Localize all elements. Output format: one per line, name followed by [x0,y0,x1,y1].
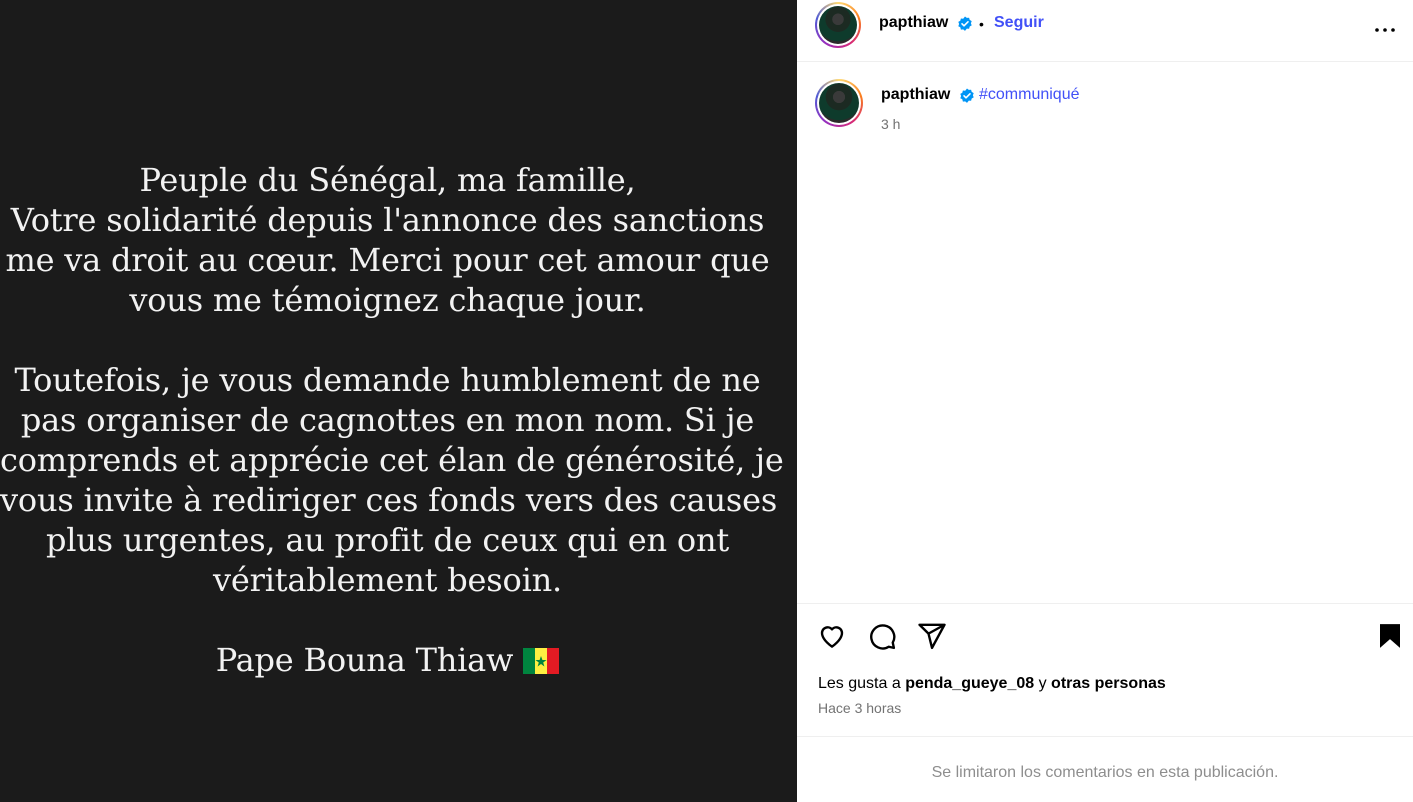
caption-timestamp[interactable]: 3 h [881,116,900,132]
text-line: vous me témoignez chaque jour. [129,281,646,319]
follow-button[interactable]: Seguir [994,14,1044,32]
text-line: Peuple du Sénégal, ma famille, [139,161,636,199]
post-timestamp[interactable]: Hace 3 horas [818,700,901,716]
header-username[interactable]: papthiaw [879,14,948,32]
text-line: vous invite à rediriger ces fonds vers d… [0,481,778,519]
separator-dot: • [979,16,984,32]
share-icon[interactable] [917,621,947,651]
caption-hashtag[interactable]: #communiqué [979,86,1080,104]
paragraph-1: Peuple du Sénégal, ma famille, Votre sol… [0,160,775,320]
text-line: véritablement besoin. [213,561,562,599]
more-options-icon[interactable] [1373,18,1397,42]
text-line: pas organiser de cagnottes en mon nom. S… [20,401,755,439]
caption-avatar[interactable] [815,79,863,127]
post-actions-section: Les gusta a penda_gueye_08 y otras perso… [797,603,1413,737]
signature: Pape Bouna Thiaw [0,640,775,680]
verified-badge-icon [958,16,972,31]
likes-joiner: y [1038,675,1047,692]
senegal-flag-icon [523,648,560,674]
avatar[interactable] [815,2,861,48]
verified-badge-icon [960,88,974,103]
bookmark-icon[interactable] [1375,621,1405,651]
text-line: Toutefois, je vous demande humblement de… [14,361,761,399]
comment-icon[interactable] [867,621,897,651]
text-line: comprends et apprécie cet élan de généro… [0,441,784,479]
likes-prefix: Les gusta a [818,675,901,692]
post-side-panel: papthiaw • Seguir papthiaw #communiqué 3… [797,0,1413,802]
likes-summary: Les gusta a penda_gueye_08 y otras perso… [818,675,1166,693]
text-line: Votre solidarité depuis l'annonce des sa… [10,201,765,239]
paragraph-2: Toutefois, je vous demande humblement de… [0,360,784,600]
heart-icon[interactable] [817,621,847,651]
likes-others-link[interactable]: otras personas [1051,675,1166,692]
liker-username[interactable]: penda_gueye_08 [905,675,1034,692]
post-image[interactable]: Peuple du Sénégal, ma famille, Votre sol… [0,0,797,802]
post-image-text: Peuple du Sénégal, ma famille, Votre sol… [0,160,784,680]
post-header: papthiaw • Seguir [797,0,1413,62]
text-line: me va droit au cœur. Merci pour cet amou… [5,241,770,279]
caption-username[interactable]: papthiaw [881,86,950,104]
signature-text: Pape Bouna Thiaw [215,641,514,679]
comments-limited-notice: Se limitaron los comentarios en esta pub… [931,764,1279,781]
text-line: plus urgentes, au profit de ceux qui en … [45,521,730,559]
